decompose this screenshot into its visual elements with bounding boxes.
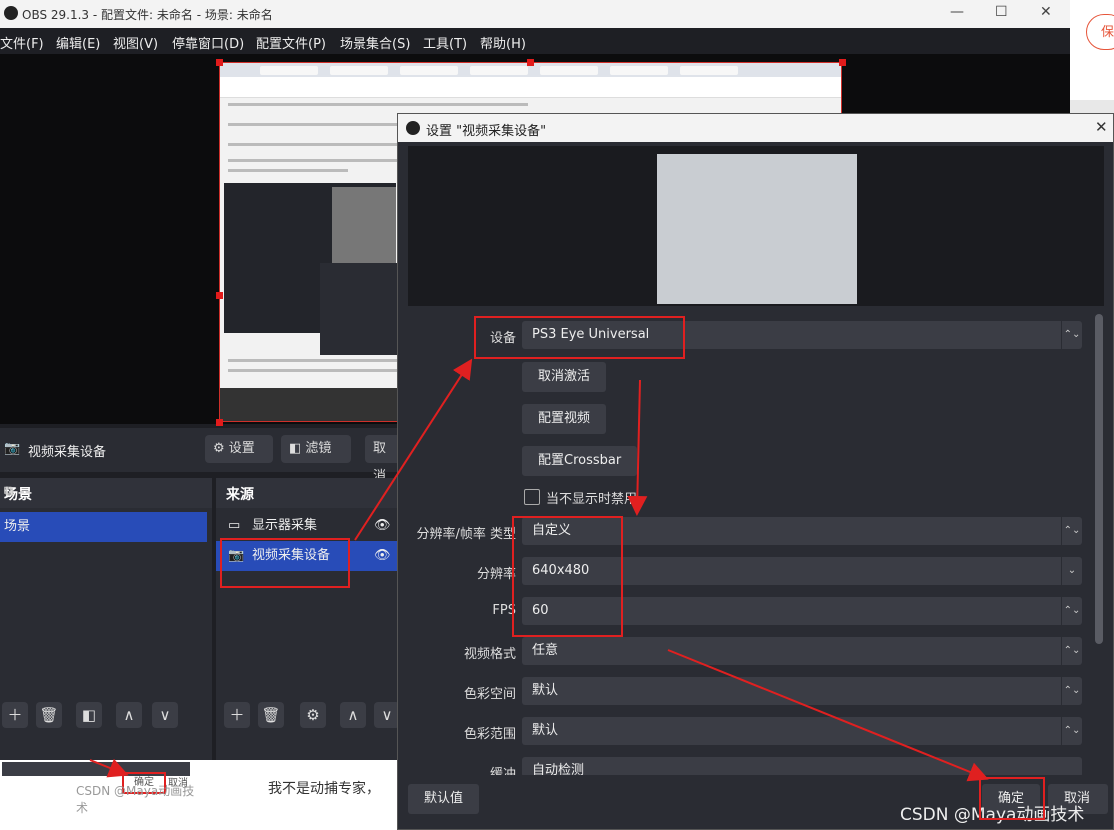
menu-file[interactable]: 文件(F) — [0, 33, 44, 52]
scene-filters-icon[interactable]: ◧ — [76, 702, 102, 728]
video-format-select[interactable]: 任意 ⌃⌄ — [522, 637, 1082, 665]
title-bar: OBS 29.1.3 - 配置文件: 未命名 - 场景: 未命名 — ☐ ✕ — [0, 0, 1070, 28]
move-down-icon[interactable]: ∨ — [152, 702, 178, 728]
camera-image — [657, 154, 857, 304]
menu-docks[interactable]: 停靠窗口(D) — [172, 33, 244, 52]
add-scene-icon[interactable]: ＋ — [2, 702, 28, 728]
delete-scene-icon[interactable]: 🗑 — [36, 702, 62, 728]
menu-edit[interactable]: 编辑(E) — [56, 33, 100, 52]
monitor-icon: ▭ — [228, 518, 241, 533]
menu-scene-collection[interactable]: 场景集合(S) — [340, 33, 410, 52]
menu-bar: 文件(F) 编辑(E) 视图(V) 停靠窗口(D) 配置文件(P) 场景集合(S… — [0, 28, 1070, 54]
obs-logo-icon — [4, 6, 18, 20]
visibility-eye-icon[interactable]: 👁 — [374, 541, 391, 571]
move-up-icon[interactable]: ∧ — [340, 702, 366, 728]
move-up-icon[interactable]: ∧ — [116, 702, 142, 728]
scrollbar[interactable] — [1095, 314, 1103, 644]
captured-camera-image — [332, 187, 396, 267]
camera-icon: 📷 — [4, 441, 21, 456]
deactivate-button[interactable]: 取消激活 — [522, 362, 607, 392]
background-page-text: 我不是动捕专家， — [200, 760, 400, 830]
close-icon[interactable]: ✕ — [1040, 4, 1052, 20]
delete-source-icon[interactable]: 🗑 — [258, 702, 284, 728]
video-format-label: 视频格式 — [463, 647, 516, 662]
window-title: OBS 29.1.3 - 配置文件: 未命名 - 场景: 未命名 — [22, 8, 273, 22]
annotation-box-device — [474, 316, 685, 359]
sources-title: 来源 — [226, 487, 254, 503]
scene-item[interactable]: 场景 — [0, 512, 207, 542]
disable-when-hidden-checkbox[interactable] — [524, 489, 540, 505]
settings-dialog: 设置 "视频采集设备" ✕ 设备 PS3 Eye Universal ⌃⌄ 取消激… — [397, 113, 1114, 830]
menu-profile[interactable]: 配置文件(P) — [256, 33, 326, 52]
undock-icon[interactable]: ⧉ — [4, 484, 206, 499]
spin-arrows-icon: ⌃⌄ — [1061, 321, 1082, 349]
captured-dialog — [320, 263, 398, 355]
defaults-button[interactable]: 默认值 — [408, 784, 480, 814]
camera-preview — [408, 146, 1104, 306]
chevron-down-icon: ⌄ — [1061, 557, 1082, 585]
color-space-select[interactable]: 默认 ⌃⌄ — [522, 677, 1082, 705]
filters-button[interactable]: ◧ 滤镜 — [281, 435, 351, 463]
add-source-icon[interactable]: ＋ — [224, 702, 250, 728]
background-page-left: 确定 取消 CSDN @Maya动画技术 — [0, 760, 200, 830]
source-toolbar: 📷 视频采集设备 ⚙ 设置 ◧ 滤镜 取消 — [0, 428, 405, 484]
minimize-icon[interactable]: — — [950, 4, 964, 20]
maximize-icon[interactable]: ☐ — [995, 4, 1008, 20]
obs-logo-icon — [406, 121, 420, 135]
menu-view[interactable]: 视图(V) — [113, 33, 158, 52]
buffering-select[interactable]: 自动检测 — [522, 757, 1082, 777]
scenes-dock: 场景 ⧉ 场景 ＋ 🗑 ◧ ∧ ∨ — [0, 478, 212, 760]
configure-video-button[interactable]: 配置视频 — [522, 404, 607, 434]
annotation-box-settings — [512, 516, 623, 637]
annotation-box-source — [220, 538, 350, 588]
menu-tools[interactable]: 工具(T) — [423, 33, 467, 52]
color-space-label: 色彩空间 — [463, 687, 516, 702]
right-panel: 保 — [1070, 0, 1114, 100]
mini-watermark: CSDN @Maya动画技术 — [76, 784, 195, 815]
source-item-display[interactable]: ▭ 显示器采集 👁 — [216, 511, 400, 541]
selected-source-name: 视频采集设备 — [28, 445, 107, 460]
color-range-select[interactable]: 默认 ⌃⌄ — [522, 717, 1082, 745]
resolution-label: 分辨率 — [476, 567, 516, 582]
dialog-title: 设置 "视频采集设备" — [426, 124, 547, 139]
dialog-title-bar: 设置 "视频采集设备" ✕ — [398, 114, 1113, 142]
sources-dock: 来源 ▭ 显示器采集 👁 📷 视频采集设备 👁 ＋ 🗑 ⚙ ∧ ∨ — [216, 478, 400, 760]
annotation-box-ok — [979, 777, 1045, 820]
menu-help[interactable]: 帮助(H) — [480, 33, 526, 52]
resolution-type-label: 分辨率/帧率 类型 — [416, 527, 516, 542]
right-panel-button[interactable]: 保 — [1086, 14, 1114, 50]
close-icon[interactable]: ✕ — [1095, 118, 1108, 136]
color-range-label: 色彩范围 — [463, 727, 516, 742]
configure-crossbar-button[interactable]: 配置Crossbar — [522, 446, 638, 476]
visibility-eye-icon[interactable]: 👁 — [374, 511, 391, 541]
captured-address-bar — [220, 77, 841, 98]
disable-when-hidden-label: 当不显示时禁用 — [546, 492, 638, 507]
settings-button[interactable]: ⚙ 设置 — [205, 435, 273, 463]
source-properties-icon[interactable]: ⚙ — [300, 702, 326, 728]
